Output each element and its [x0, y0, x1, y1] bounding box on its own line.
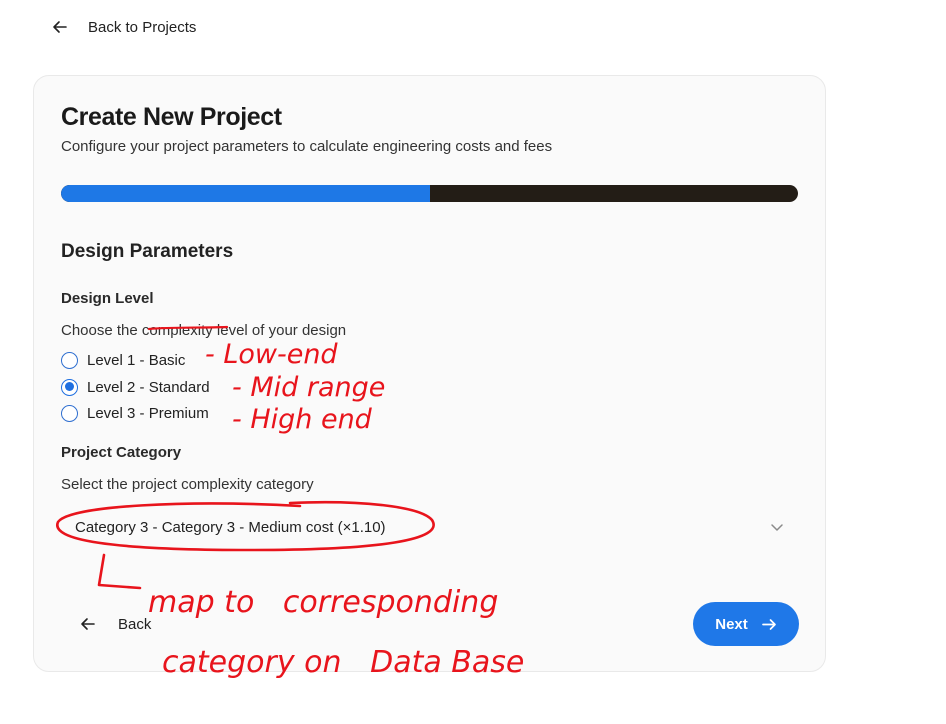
page-title: Create New Project [61, 103, 282, 131]
radio-label: Level 1 - Basic [87, 351, 186, 369]
radio-label: Level 3 - Premium [87, 404, 209, 422]
back-button[interactable]: Back [80, 609, 151, 639]
progress-bar-fill [61, 185, 430, 202]
arrow-left-icon [53, 21, 67, 33]
progress-bar [61, 185, 798, 202]
chevron-down-icon [771, 523, 783, 531]
page-subtitle: Configure your project parameters to cal… [61, 138, 553, 155]
project-category-help: Select the project complexity category [61, 476, 314, 493]
design-level-option-1[interactable]: Level 1 - Basic [61, 349, 185, 371]
arrow-left-icon [81, 618, 95, 630]
radio-button[interactable] [61, 404, 78, 422]
arrow-right-icon [761, 618, 776, 630]
design-level-help: Choose the complexity level of your desi… [61, 322, 347, 339]
project-form-card: Create New Project Configure your projec… [33, 75, 826, 672]
radio-button[interactable] [61, 351, 78, 369]
radio-button[interactable] [61, 378, 78, 396]
back-button-label: Back [118, 615, 152, 633]
next-button[interactable]: Next [693, 602, 799, 646]
project-category-value: Category 3 - Category 3 - Medium cost (×… [75, 518, 386, 536]
back-to-projects-link[interactable]: Back to Projects [52, 14, 196, 40]
design-level-option-3[interactable]: Level 3 - Premium [61, 402, 209, 424]
project-category-label: Project Category [61, 444, 182, 461]
next-button-label: Next [715, 615, 748, 633]
design-level-option-2[interactable]: Level 2 - Standard [61, 376, 210, 398]
design-level-label: Design Level [61, 290, 154, 307]
project-category-select[interactable]: Category 3 - Category 3 - Medium cost (×… [61, 506, 798, 548]
radio-label: Level 2 - Standard [87, 378, 210, 396]
section-title: Design Parameters [61, 241, 234, 262]
back-to-projects-label: Back to Projects [88, 18, 197, 36]
